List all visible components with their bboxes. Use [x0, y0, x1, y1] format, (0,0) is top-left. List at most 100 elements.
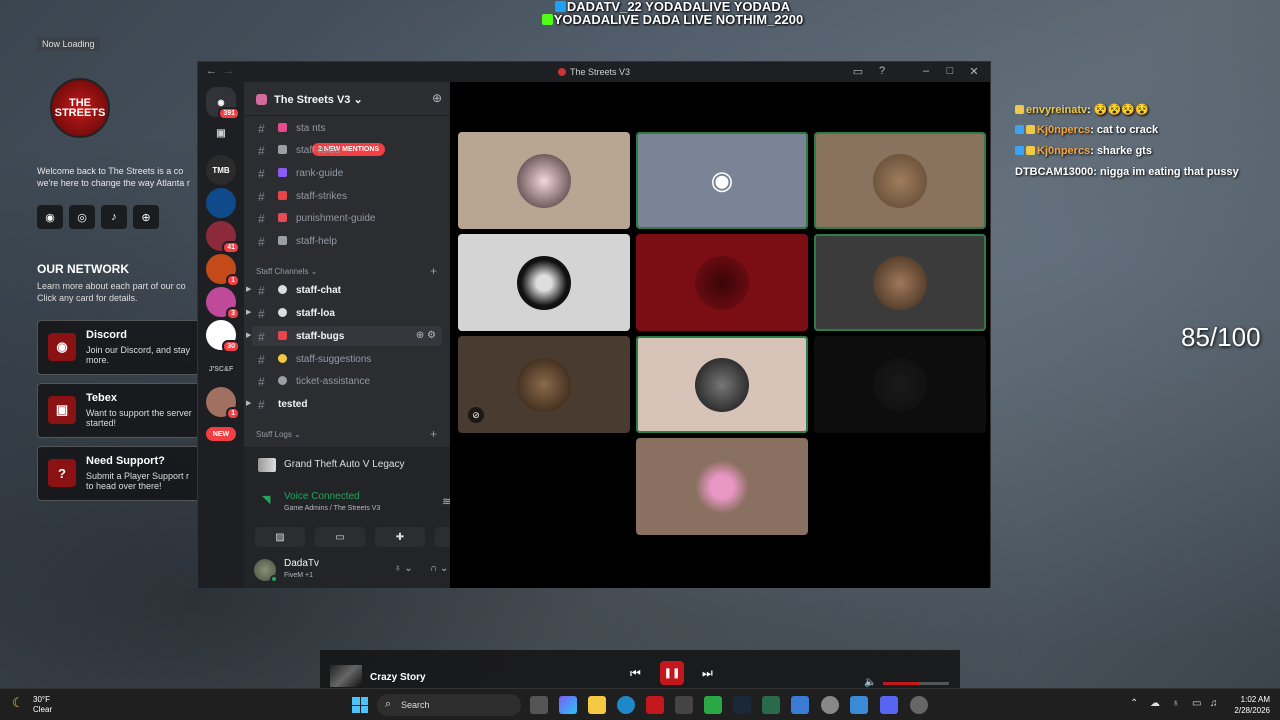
volume-slider[interactable] [883, 682, 949, 685]
channel-item[interactable]: # staff-help [252, 231, 442, 251]
card-tebex[interactable]: ▣ Tebex Want to support the server starte… [37, 383, 202, 438]
participant-tile[interactable] [458, 234, 630, 331]
task-view-icon[interactable] [530, 696, 548, 714]
add-channel-icon[interactable]: + [430, 264, 437, 278]
category-staff-channels[interactable]: Staff Channels ⌄ + [256, 264, 437, 278]
chat-badge-icon [1015, 146, 1024, 155]
headphones-icon[interactable]: ∩ ⌄ [430, 563, 448, 574]
channel-item[interactable]: # staff-strikes [252, 186, 442, 206]
channel-item[interactable]: ▶ # tested [246, 394, 442, 414]
robot-icon[interactable]: ▣ [206, 118, 236, 148]
volume-icon[interactable]: 🔈 [864, 677, 876, 688]
inbox-icon[interactable]: ▭ [846, 65, 870, 78]
title-bar-controls: ▭ ? – □ ✕ [846, 65, 986, 78]
card-title: Tebex [86, 392, 117, 404]
instagram-icon[interactable]: ◎ [69, 205, 95, 229]
unread-indicator-icon: ▶ [246, 309, 252, 316]
channel-item[interactable]: # staff-suggestions [252, 349, 442, 369]
notepad-icon[interactable] [791, 696, 809, 714]
taskbar-search[interactable]: ⌕ Search [377, 694, 521, 716]
hash-icon: # [258, 307, 265, 321]
card-desc-line: Want to support the server [86, 408, 192, 418]
display-icon[interactable]: ▭ [1192, 698, 1201, 709]
server-icon-pink[interactable]: 3 [206, 287, 240, 320]
red-app-icon[interactable] [646, 696, 664, 714]
add-member-icon[interactable]: ⊕ [432, 91, 442, 105]
steam-icon[interactable] [733, 696, 751, 714]
microphone-icon[interactable]: ♁ ⌄ [394, 563, 413, 574]
hash-icon: # [258, 190, 265, 204]
card-discord[interactable]: ◉ Discord Join our Discord, and stay more… [37, 320, 202, 375]
channel-item[interactable]: # punishment-guide [252, 208, 442, 228]
speaker-icon[interactable]: ♫ [1210, 698, 1218, 709]
channel-label: ticket-assistance [296, 376, 370, 387]
add-channel-icon[interactable]: + [430, 427, 437, 441]
minimize-button[interactable]: – [914, 65, 938, 78]
hash-icon: # [258, 375, 265, 389]
participant-tile[interactable] [814, 336, 986, 433]
direct-messages-button[interactable]: ◉ 391 [206, 87, 240, 120]
discord-window: ← → The Streets V3 ▭ ? – □ ✕ ◉ 391 ▣ TMB … [197, 61, 991, 588]
chat-message: Kj0npercs: cat to crack [1015, 124, 1280, 145]
server-icon-blue[interactable] [206, 188, 236, 218]
server-header[interactable]: The Streets V3 ⌄ ⊕ [244, 82, 450, 116]
settings-icon[interactable] [821, 696, 839, 714]
server-name-text: The Streets V3 [274, 94, 351, 106]
participant-tile[interactable] [814, 234, 986, 331]
discord-icon[interactable]: ◉ [37, 205, 63, 229]
participant-tile[interactable] [636, 438, 808, 535]
category-staff-logs[interactable]: Staff Logs ⌄ + [256, 427, 437, 441]
activities-button[interactable]: ✚ [375, 527, 425, 547]
channel-emoji-icon [278, 168, 287, 177]
close-button[interactable]: ✕ [962, 65, 986, 78]
edge-icon[interactable] [617, 696, 635, 714]
server-icon-tmb[interactable]: TMB [206, 155, 236, 185]
file-explorer-icon[interactable] [588, 696, 606, 714]
obs-icon[interactable] [910, 696, 928, 714]
channel-item[interactable]: ▶ # staff-bugs ⊕ ⚙ [246, 326, 442, 346]
camera-off-icon: ⊘ [468, 407, 484, 423]
channel-label: staff-help [296, 236, 337, 247]
copilot-icon[interactable] [559, 696, 577, 714]
pause-button[interactable]: ❚❚ [660, 661, 684, 685]
participant-tile[interactable] [458, 132, 630, 229]
green-app-icon[interactable] [704, 696, 722, 714]
clock[interactable]: 1:02 AM 2/28/2026 [1226, 694, 1270, 716]
channel-item[interactable]: # staff-rules [252, 140, 442, 160]
maximize-button[interactable]: □ [938, 65, 962, 78]
channel-settings-icons[interactable]: ⊕ ⚙ [416, 330, 436, 341]
participant-tile[interactable] [636, 234, 808, 331]
channel-item[interactable]: # sta nts [252, 118, 442, 138]
participant-tile[interactable] [814, 132, 986, 229]
photos-icon[interactable] [850, 696, 868, 714]
previous-track-button[interactable]: ⏮ [630, 666, 641, 681]
server-icon-orange[interactable]: 1 [206, 254, 240, 287]
participant-tile[interactable]: ◉ [636, 132, 808, 229]
card-support[interactable]: ? Need Support? Submit a Player Support … [37, 446, 202, 501]
cloud-icon[interactable]: ☁ [1150, 698, 1160, 709]
channel-item[interactable]: # ticket-assistance [252, 371, 442, 391]
server-icon-streets[interactable]: 41 [206, 221, 240, 254]
xbox-icon[interactable] [762, 696, 780, 714]
tiktok-icon[interactable]: ♪ [101, 205, 127, 229]
server-icon-person[interactable]: 1 [206, 387, 240, 420]
server-icon-white[interactable]: 30 [206, 320, 240, 353]
help-icon[interactable]: ? [870, 65, 894, 78]
participant-tile[interactable] [636, 336, 808, 433]
start-button[interactable] [352, 697, 368, 713]
channel-item[interactable]: ▶ # staff-loa [246, 303, 442, 323]
channel-item[interactable]: ▶ # staff-chat [246, 280, 442, 300]
mic-tray-icon[interactable]: ♁ [1172, 698, 1180, 709]
capcut-icon[interactable] [675, 696, 693, 714]
chevron-up-icon[interactable]: ⌃ [1130, 698, 1138, 709]
voice-status[interactable]: Voice Connected [284, 491, 360, 502]
hash-icon: # [258, 284, 265, 298]
screen-share-button[interactable]: ▭ [315, 527, 365, 547]
camera-off-button[interactable]: ▨ [255, 527, 305, 547]
channel-item[interactable]: # rank-guide [252, 163, 442, 183]
globe-icon[interactable]: ⊕ [133, 205, 159, 229]
next-track-button[interactable]: ⏭ [702, 666, 713, 681]
participant-tile[interactable]: ⊘ [458, 336, 630, 433]
discord-taskbar-icon[interactable] [880, 696, 898, 714]
server-icon-jscf[interactable]: J'SC&F [206, 354, 236, 384]
